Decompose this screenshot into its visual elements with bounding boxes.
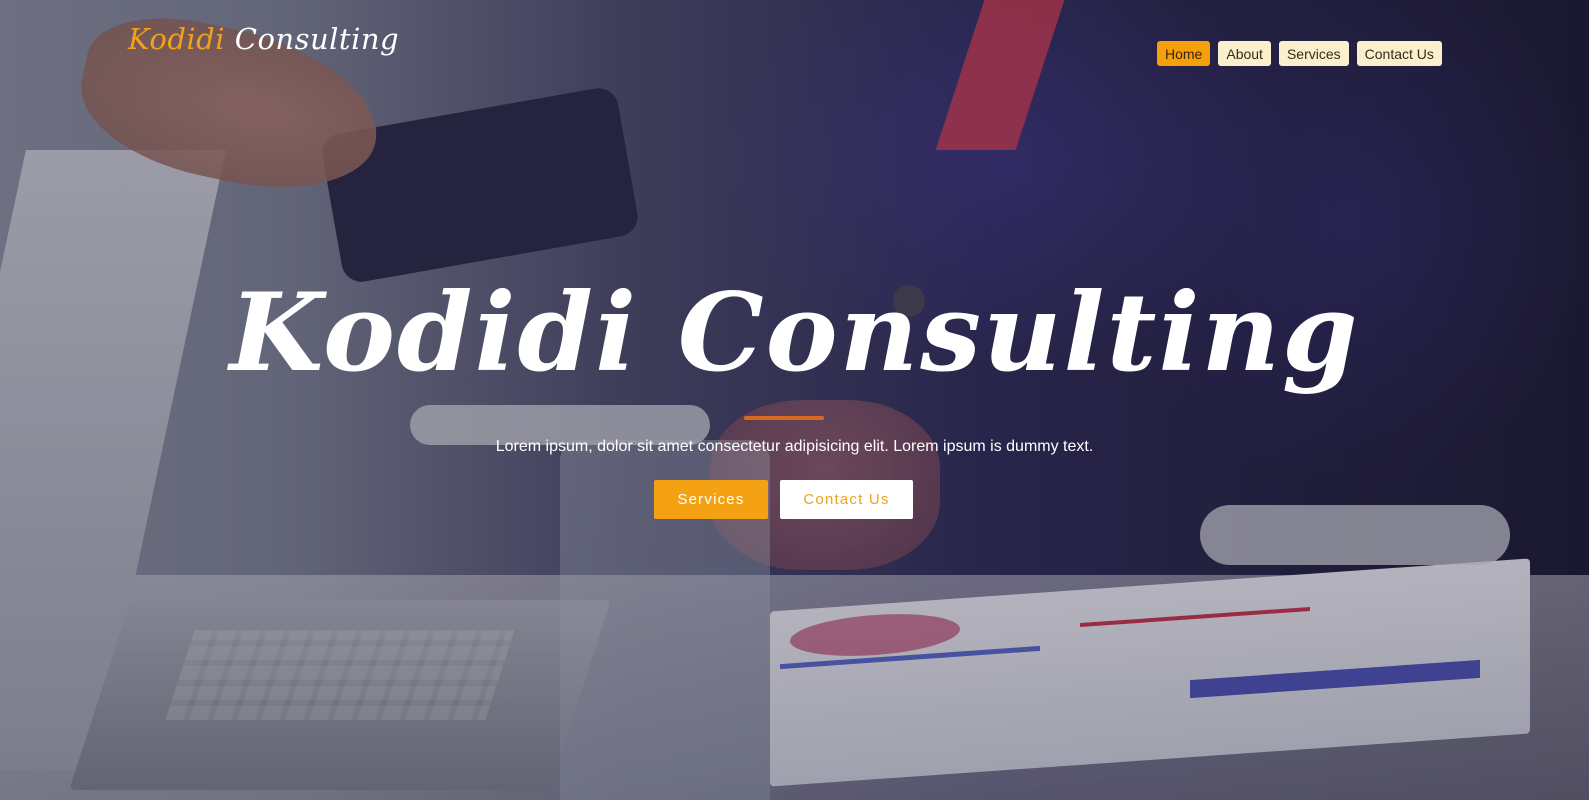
services-button[interactable]: Services <box>654 480 768 519</box>
nav-item-home[interactable]: Home <box>1157 41 1211 66</box>
nav-item-about[interactable]: About <box>1218 41 1271 66</box>
title-divider <box>744 416 824 420</box>
hero-title: Kodidi Consulting <box>229 270 1360 396</box>
contact-us-button[interactable]: Contact Us <box>780 480 913 519</box>
site-logo[interactable]: Kodidi Consulting <box>128 22 399 56</box>
nav-item-services[interactable]: Services <box>1278 41 1349 66</box>
hero-subtitle: Lorem ipsum, dolor sit amet consectetur … <box>495 438 1094 455</box>
main-nav: Home About Services Contact Us <box>1157 41 1442 66</box>
nav-item-contact[interactable]: Contact Us <box>1356 41 1442 66</box>
hero-section: Kodidi Consulting Home About Services Co… <box>0 0 1589 800</box>
logo-text-primary: Kodidi <box>128 22 226 56</box>
logo-text-secondary: Consulting <box>234 22 400 56</box>
background-overlay <box>0 0 1589 800</box>
